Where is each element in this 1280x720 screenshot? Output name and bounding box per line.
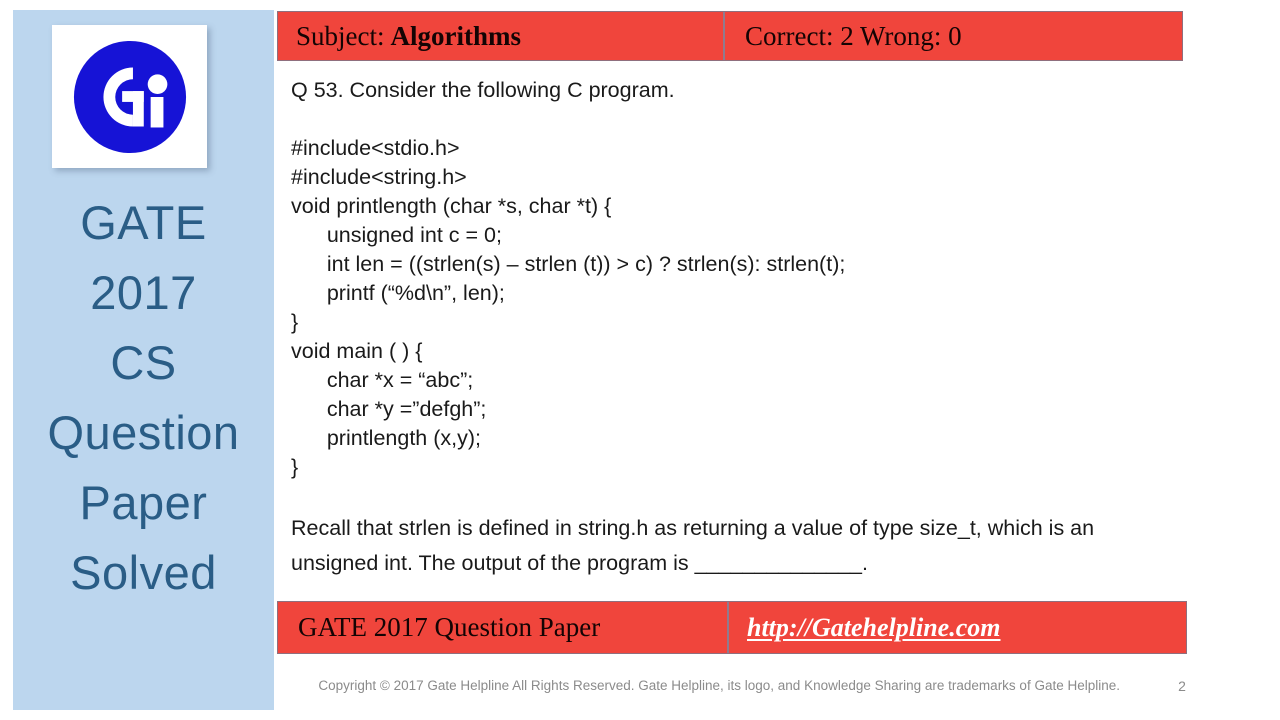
- footer-bar: GATE 2017 Question Paper http://Gatehelp…: [277, 601, 1187, 654]
- code-line-9: char *x = “abc”;: [291, 368, 474, 392]
- question-intro: Q 53. Consider the following C program.: [291, 78, 675, 102]
- code-line-7: }: [291, 310, 299, 334]
- score-section: Correct: 2 Wrong: 0: [725, 12, 1182, 60]
- left-sidebar: GATE 2017 CS Question Paper Solved: [13, 10, 274, 710]
- sidebar-title-line-1: GATE: [80, 196, 207, 249]
- footer-url-section[interactable]: http://Gatehelpline.com: [729, 602, 1186, 653]
- recall-block: Recall that strlen is defined in string.…: [291, 511, 1181, 581]
- subject-label: Subject:: [296, 20, 385, 51]
- copyright-text: Copyright © 2017 Gate Helpline All Right…: [318, 678, 1120, 693]
- sidebar-title: GATE 2017 CS Question Paper Solved: [13, 188, 274, 608]
- gate-helpline-gi-logo-icon: [73, 40, 186, 153]
- code-line-12: }: [291, 455, 299, 479]
- recall-text: Recall that strlen is defined in string.…: [291, 516, 1095, 575]
- code-line-1: #include<stdio.h>: [291, 136, 460, 160]
- page-number: 2: [1178, 678, 1186, 694]
- code-line-11: printlength (x,y);: [291, 426, 481, 450]
- sidebar-title-line-6: Solved: [70, 546, 217, 599]
- code-line-5: int len = ((strlen(s) – strlen (t)) > c)…: [291, 252, 846, 276]
- sidebar-title-line-2: 2017: [90, 266, 197, 319]
- slide-content: Subject: Algorithms Correct: 2 Wrong: 0 …: [274, 0, 1280, 720]
- subject-section: Subject: Algorithms: [278, 12, 725, 60]
- sidebar-title-line-4: Question: [47, 406, 240, 459]
- code-line-2: #include<string.h>: [291, 165, 467, 189]
- code-line-4: unsigned int c = 0;: [291, 223, 502, 247]
- footer-title: GATE 2017 Question Paper: [298, 612, 601, 642]
- score-text: Correct: 2 Wrong: 0: [745, 20, 962, 51]
- question-body: Q 53. Consider the following C program. …: [291, 76, 1181, 581]
- header-bar: Subject: Algorithms Correct: 2 Wrong: 0: [277, 11, 1183, 61]
- logo-container: [52, 25, 207, 168]
- code-line-8: void main ( ) {: [291, 339, 423, 363]
- code-line-10: char *y =”defgh”;: [291, 397, 487, 421]
- subject-value: Algorithms: [390, 20, 522, 51]
- code-line-3: void printlength (char *s, char *t) {: [291, 194, 612, 218]
- sidebar-title-line-3: CS: [110, 336, 177, 389]
- footer-url-link[interactable]: http://Gatehelpline.com: [747, 613, 1001, 643]
- footer-title-section: GATE 2017 Question Paper: [278, 602, 729, 653]
- code-line-6: printf (“%d\n”, len);: [291, 281, 505, 305]
- sidebar-title-line-5: Paper: [79, 476, 208, 529]
